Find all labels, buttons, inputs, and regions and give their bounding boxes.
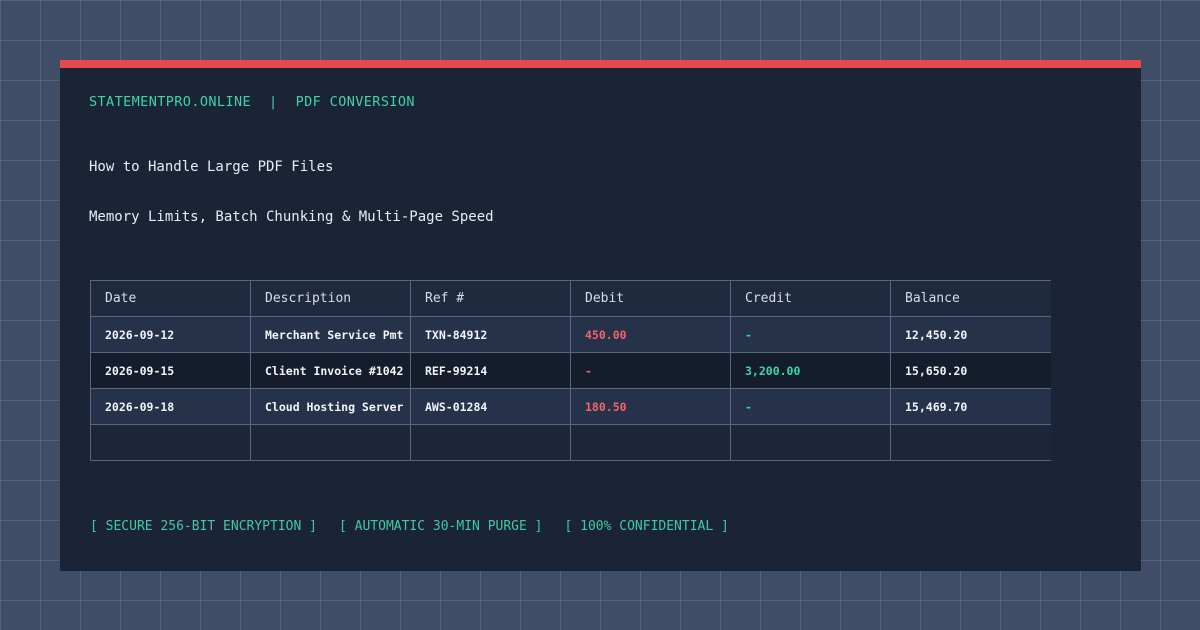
cell-empty [890,424,1051,461]
cell-ref: REF-99214 [410,352,571,389]
column-header-ref: Ref # [410,280,571,317]
cell-description: Merchant Service Pmt [250,316,411,353]
cell-ref: TXN-84912 [410,316,571,353]
statement-table: Date Description Ref # Debit Credit Bala… [90,280,1051,461]
cell-debit: 180.50 [570,388,731,425]
table-row-empty [90,424,1051,461]
badge-purge: [ AUTOMATIC 30-MIN PURGE ] [338,519,543,534]
table-row: 2026-09-15 Client Invoice #1042 REF-9921… [90,352,1051,389]
badge-confidential: [ 100% CONFIDENTIAL ] [564,519,729,534]
brand-name: STATEMENTPRO.ONLINE [89,94,252,110]
cell-balance: 12,450.20 [890,316,1051,353]
cell-balance: 15,650.20 [890,352,1051,389]
page-subtitle: Memory Limits, Batch Chunking & Multi-Pa… [89,209,494,225]
cell-empty [730,424,891,461]
column-header-balance: Balance [890,280,1051,317]
column-header-credit: Credit [730,280,891,317]
table-row: 2026-09-12 Merchant Service Pmt TXN-8491… [90,316,1051,353]
table-header-row: Date Description Ref # Debit Credit Bala… [90,280,1051,317]
page-title: How to Handle Large PDF Files [89,159,334,175]
cell-empty [570,424,731,461]
cell-credit: 3,200.00 [730,352,891,389]
cell-description: Cloud Hosting Server [250,388,411,425]
cell-description: Client Invoice #1042 [250,352,411,389]
cell-empty [250,424,411,461]
accent-bar [60,60,1141,68]
cell-date: 2026-09-12 [90,316,251,353]
column-header-date: Date [90,280,251,317]
cell-debit: - [570,352,731,389]
column-header-debit: Debit [570,280,731,317]
security-badges: [ SECURE 256-BIT ENCRYPTION ] [ AUTOMATIC… [90,519,751,534]
column-header-description: Description [250,280,411,317]
cell-date: 2026-09-15 [90,352,251,389]
section-name: PDF CONVERSION [295,94,415,110]
cell-balance: 15,469.70 [890,388,1051,425]
cell-debit: 450.00 [570,316,731,353]
cell-empty [410,424,571,461]
cell-date: 2026-09-18 [90,388,251,425]
brand-separator: | [269,94,278,110]
brand-header: STATEMENTPRO.ONLINE | PDF CONVERSION [89,94,415,110]
badge-encryption: [ SECURE 256-BIT ENCRYPTION ] [90,519,317,534]
statement-table-container: Date Description Ref # Debit Credit Bala… [90,280,1051,461]
table-row: 2026-09-18 Cloud Hosting Server AWS-0128… [90,388,1051,425]
cell-ref: AWS-01284 [410,388,571,425]
statement-card: STATEMENTPRO.ONLINE | PDF CONVERSION How t… [60,60,1141,571]
cell-empty [90,424,251,461]
cell-credit: - [730,388,891,425]
cell-credit: - [730,316,891,353]
